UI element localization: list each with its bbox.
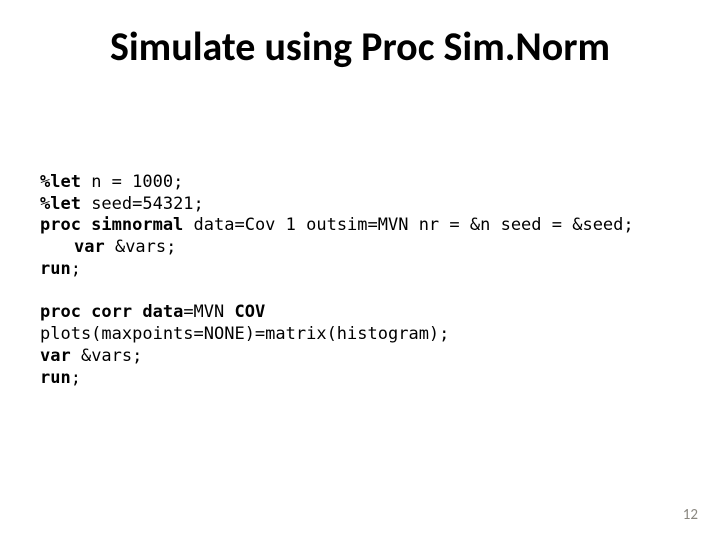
- code-line: proc simnormal data=Cov 1 outsim=MVN nr …: [40, 215, 634, 235]
- code-text: seed=54321;: [81, 194, 204, 214]
- code-indent: var &vars;: [40, 237, 176, 259]
- keyword-cov: COV: [235, 302, 266, 322]
- code-text: plots(maxpoints=NONE)=matrix(histogram);: [40, 324, 449, 344]
- keyword-var: var: [40, 346, 71, 366]
- keyword-var: var: [74, 237, 105, 257]
- keyword-proc-simnormal: proc simnormal: [40, 215, 183, 235]
- keyword-proc-corr: proc corr: [40, 302, 142, 322]
- keyword-let: %let: [40, 194, 81, 214]
- keyword-run: run: [40, 259, 71, 279]
- keyword-let: %let: [40, 172, 81, 192]
- code-text: =MVN: [183, 302, 234, 322]
- code-line: plots(maxpoints=NONE)=matrix(histogram);: [40, 324, 449, 344]
- keyword-run: run: [40, 368, 71, 388]
- page-number: 12: [683, 506, 698, 524]
- code-text: ;: [71, 368, 81, 388]
- code-text: n = 1000;: [81, 172, 183, 192]
- code-line: proc corr data=MVN COV: [40, 302, 265, 322]
- code-line: var &vars;: [40, 346, 142, 366]
- code-text: &vars;: [71, 346, 143, 366]
- code-line: %let n = 1000;: [40, 172, 183, 192]
- code-block: %let n = 1000; %let seed=54321; proc sim…: [40, 150, 634, 411]
- slide-title: Simulate using Proc Sim.Norm: [0, 22, 720, 71]
- keyword-data: data: [142, 302, 183, 322]
- code-text: &vars;: [105, 237, 177, 257]
- slide: Simulate using Proc Sim.Norm %let n = 10…: [0, 0, 720, 540]
- code-line: var &vars;: [40, 237, 176, 257]
- code-text: data=Cov 1 outsim=MVN nr = &n seed = &se…: [183, 215, 633, 235]
- code-line: run;: [40, 368, 81, 388]
- code-line: %let seed=54321;: [40, 194, 204, 214]
- code-text: ;: [71, 259, 81, 279]
- code-line: run;: [40, 259, 81, 279]
